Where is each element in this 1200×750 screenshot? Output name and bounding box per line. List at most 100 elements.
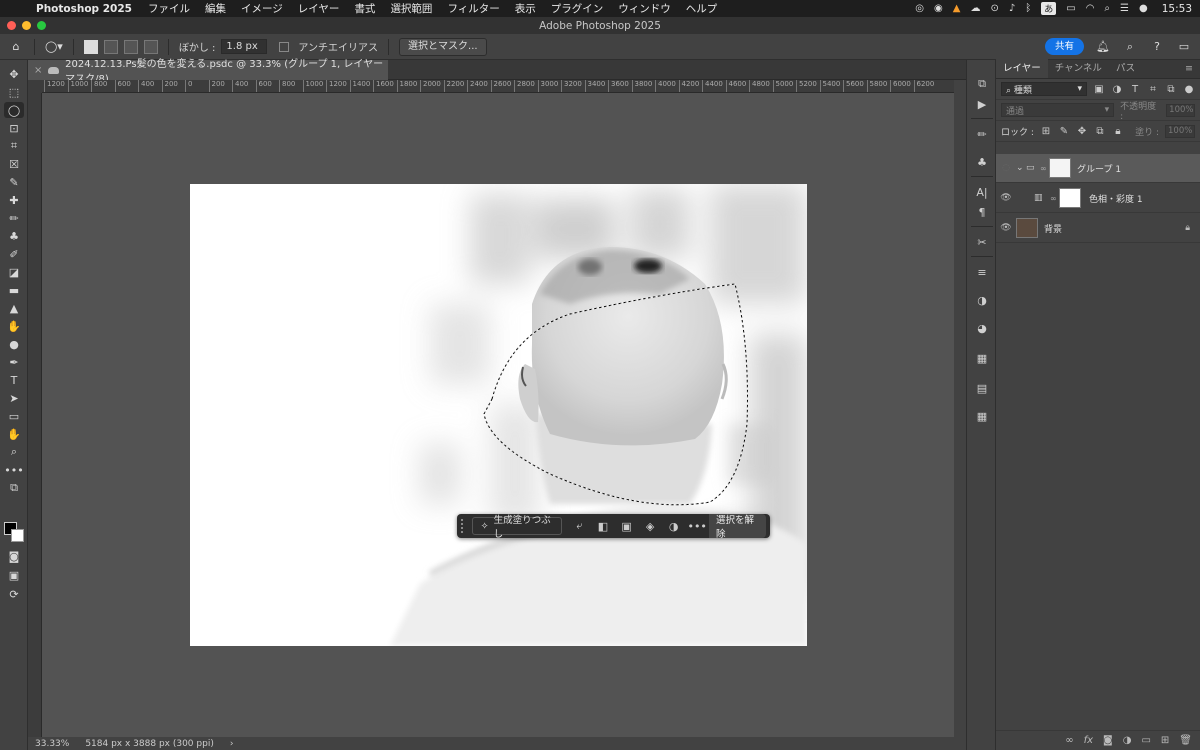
menubar-clock[interactable]: 15:53 (1162, 3, 1192, 15)
close-tab-icon[interactable]: × (34, 65, 42, 76)
filter-adjustment-icon[interactable]: ◑ (1111, 84, 1123, 95)
minimize-window-button[interactable] (22, 21, 31, 30)
bluetooth-icon[interactable]: ᛒ (1025, 3, 1031, 14)
tab-paths[interactable]: パス (1109, 59, 1142, 78)
zoom-level[interactable]: 33.33% (35, 739, 69, 749)
siri-icon[interactable]: ● (1139, 3, 1148, 14)
history-panel-icon[interactable]: ⧉ (973, 76, 991, 92)
object-selection-tool-icon[interactable]: ⊡ (4, 120, 24, 136)
feather-input[interactable]: 1.8 px (221, 39, 268, 54)
creative-cloud-icon[interactable]: ◎ (915, 3, 924, 14)
subtract-selection-mode-button[interactable] (123, 39, 138, 54)
eraser-tool-icon[interactable]: ◪ (4, 264, 24, 280)
path-selection-tool-icon[interactable]: ➤ (4, 390, 24, 406)
delete-layer-icon[interactable]: 🗑︎ (1179, 735, 1192, 746)
layer-name[interactable]: 背景 (1044, 222, 1062, 235)
new-group-icon[interactable]: ▭ (1141, 735, 1150, 746)
history-brush-tool-icon[interactable]: ✐ (4, 246, 24, 262)
filter-pixel-icon[interactable]: ▣ (1093, 84, 1105, 95)
layer-name[interactable]: グループ 1 (1077, 162, 1121, 175)
new-selection-mode-button[interactable] (83, 39, 98, 54)
lock-artboard-icon[interactable]: ⧉ (1094, 126, 1106, 137)
menu-window[interactable]: ウィンドウ (618, 1, 671, 16)
menu-file[interactable]: ファイル (148, 1, 190, 16)
vertical-scrollbar[interactable] (954, 80, 966, 737)
help-icon[interactable]: ? (1149, 39, 1165, 55)
crop-tool-icon[interactable]: ⌗ (4, 138, 24, 154)
status-expand-icon[interactable]: › (230, 739, 234, 749)
visibility-eye-icon[interactable]: 👁︎ (996, 223, 1016, 233)
fill-input[interactable]: 100% (1165, 124, 1195, 138)
invert-selection-icon[interactable]: ◧ (591, 517, 615, 535)
gradients-panel-icon[interactable]: ▤ (973, 380, 991, 396)
antialias-checkbox[interactable] (279, 41, 290, 52)
visibility-eye-icon[interactable]: 👁︎ (996, 193, 1016, 203)
fill-selection-icon[interactable]: ◈ (638, 517, 662, 535)
quick-mask-icon[interactable]: ◙ (4, 548, 24, 564)
lock-transparent-icon[interactable]: ⊞ (1040, 126, 1052, 137)
menu-view[interactable]: 表示 (515, 1, 536, 16)
brush-tool-icon[interactable]: ✏ (4, 210, 24, 226)
adjustments-panel-icon[interactable]: ◑ (973, 292, 991, 308)
layer-row-background[interactable]: 👁︎ 背景 🔒︎ (996, 214, 1200, 243)
layer-row-group-1[interactable]: ◌ ⌄ ▭ ∞ グループ 1 (996, 154, 1200, 183)
layer-name[interactable]: 色相・彩度 1 (1089, 192, 1143, 205)
menu-edit[interactable]: 編集 (205, 1, 226, 16)
opacity-input[interactable]: 100% (1166, 103, 1195, 117)
menu-plugins[interactable]: プラグイン (551, 1, 604, 16)
panel-menu-icon[interactable]: ≡ (1178, 59, 1200, 78)
add-selection-mode-button[interactable] (103, 39, 118, 54)
filter-shape-icon[interactable]: ⌗ (1147, 84, 1159, 95)
lock-position-icon[interactable]: ✥ (1076, 126, 1088, 137)
zoom-tool-icon[interactable]: ⌕ (4, 444, 24, 460)
create-mask-icon[interactable]: ▣ (615, 517, 639, 535)
clone-stamp-tool-icon[interactable]: ♣ (4, 228, 24, 244)
filter-toggle-icon[interactable]: ● (1183, 84, 1195, 95)
modify-selection-icon[interactable]: ⤶ (568, 517, 592, 535)
swatches-panel-icon[interactable]: ▦ (973, 350, 991, 366)
mask-link-icon[interactable]: ∞ (1040, 164, 1049, 173)
type-tool-icon[interactable]: T (4, 372, 24, 388)
notifications-bell-icon[interactable]: 🔔︎ (1095, 39, 1111, 55)
battery-icon[interactable]: ▭ (1066, 3, 1075, 14)
menu-select[interactable]: 選択範囲 (390, 1, 432, 16)
layer-row-hue-saturation[interactable]: 👁︎ ▥ ∞ 色相・彩度 1 (996, 184, 1200, 213)
link-layers-icon[interactable]: ∞ (1065, 735, 1073, 746)
menu-layer[interactable]: レイヤー (298, 1, 340, 16)
layer-mask-thumbnail[interactable] (1049, 158, 1071, 178)
lock-all-icon[interactable]: 🔒︎ (1112, 126, 1124, 137)
frame-tool-icon[interactable]: ☒ (4, 156, 24, 172)
clone-source-panel-icon[interactable]: ♣ (973, 154, 991, 170)
menu-image[interactable]: イメージ (241, 1, 283, 16)
drag-handle[interactable] (461, 519, 467, 533)
actions-panel-icon[interactable]: ▶ (973, 96, 991, 112)
home-icon[interactable]: ⌂ (8, 39, 24, 55)
menu-help[interactable]: ヘルプ (686, 1, 718, 16)
default-colors-icon[interactable]: ⧉ (4, 480, 24, 496)
adjustment-layer-icon[interactable]: ◑ (662, 517, 686, 535)
lock-image-icon[interactable]: ✎ (1058, 126, 1070, 137)
layer-thumbnail[interactable] (1016, 218, 1038, 238)
patterns-panel-icon[interactable]: ▦ (973, 408, 991, 424)
zoom-window-button[interactable] (37, 21, 46, 30)
new-adjustment-layer-icon[interactable]: ◑ (1123, 735, 1132, 746)
document-tab[interactable]: × 2024.12.13.Ps髪の色を変える.psdc @ 33.3% (グルー… (28, 59, 388, 85)
hand-tool-icon[interactable]: ✋ (4, 426, 24, 442)
more-options-button[interactable]: ••• (685, 517, 709, 535)
healing-brush-tool-icon[interactable]: ✚ (4, 192, 24, 208)
brushes-panel-icon[interactable]: ✏ (973, 126, 991, 142)
character-panel-icon[interactable]: A| (973, 184, 991, 200)
blend-mode-select[interactable]: 通過 ▾ (1001, 103, 1115, 117)
new-layer-icon[interactable]: ⊞ (1161, 735, 1169, 746)
layer-filter-select[interactable]: ⌕ 種類 ▾ (1001, 82, 1087, 96)
tab-channels[interactable]: チャンネル (1048, 59, 1109, 78)
share-button[interactable]: 共有 (1044, 38, 1084, 55)
horizontal-ruler[interactable]: 1200 1000 800 600 400 200 0 200 400 600 800 1000 120… (42, 80, 954, 93)
gradient-tool-icon[interactable]: ▬ (4, 282, 24, 298)
spotlight-search-icon[interactable]: ⌕ (1104, 3, 1110, 14)
group-expand-chevron-icon[interactable]: ⌄ (1016, 163, 1026, 173)
blur-tool-icon[interactable]: ▲ (4, 300, 24, 316)
tab-layers[interactable]: レイヤー (996, 59, 1048, 78)
sync-icon[interactable]: ◉ (934, 3, 943, 14)
input-method-indicator[interactable]: あ (1041, 2, 1057, 15)
